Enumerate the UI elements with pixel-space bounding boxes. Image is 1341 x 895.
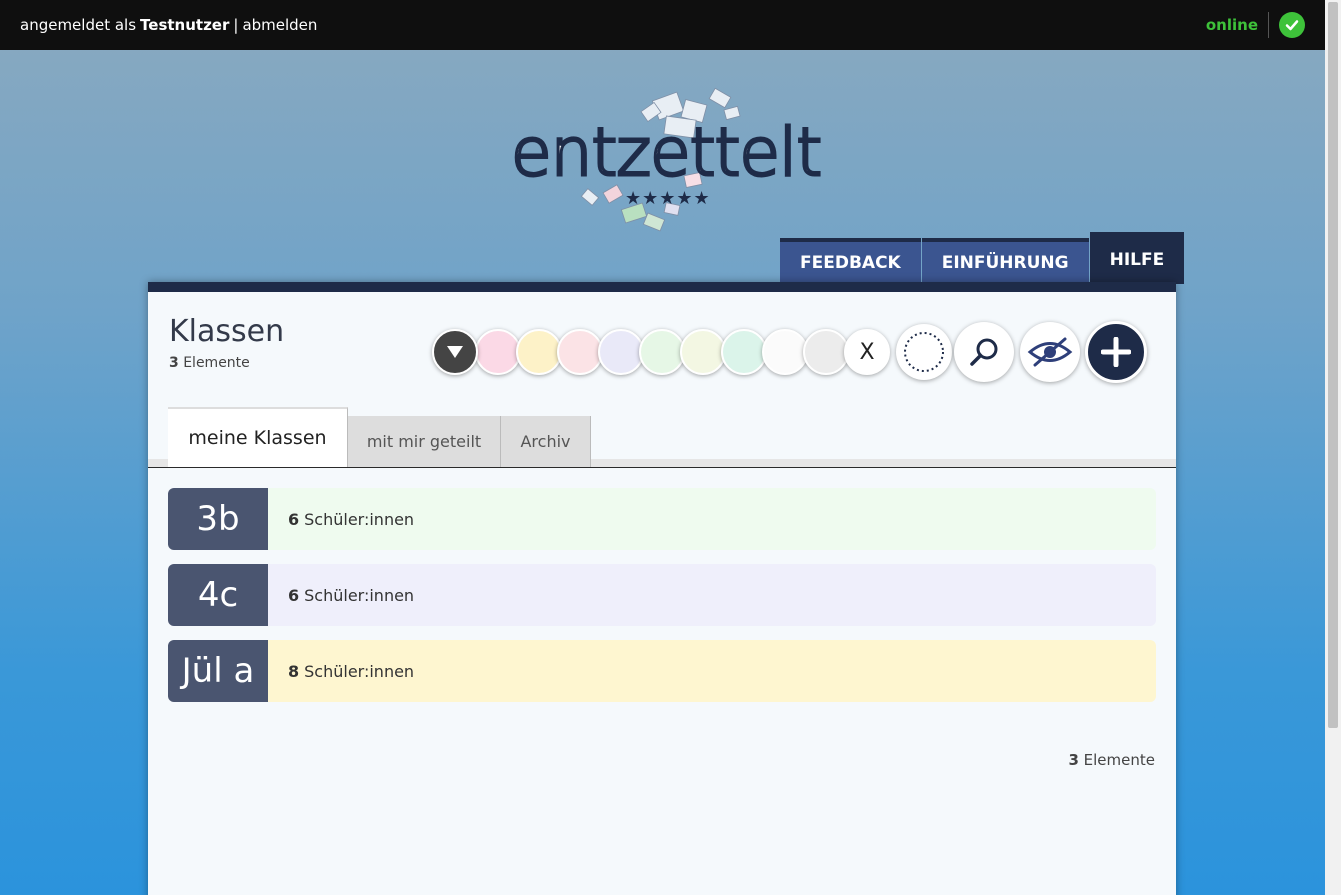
color-swatch-white[interactable]: [762, 329, 808, 375]
add-class-button[interactable]: [1085, 321, 1147, 383]
class-list-tabs: meine Klassen mit mir geteilt Archiv: [148, 405, 1176, 468]
footer-count-label: Elemente: [1083, 751, 1155, 769]
color-dropdown-button[interactable]: [432, 329, 478, 375]
tab-mit-mir-geteilt[interactable]: mit mir geteilt: [348, 416, 501, 467]
username: Testnutzer: [140, 16, 230, 34]
tab-feedback[interactable]: FEEDBACK: [780, 238, 921, 284]
class-row[interactable]: 4c 6 Schüler:innen: [168, 564, 1156, 626]
student-unit: Schüler:innen: [304, 585, 415, 605]
login-prefix: angemeldet als: [20, 16, 137, 34]
dotted-circle-icon: [904, 332, 944, 372]
help-tabs: FEEDBACK EINFÜHRUNG HILFE: [780, 232, 1185, 284]
logo-stars: ★★★★★: [625, 188, 711, 209]
page-heading: Klassen 3 Elemente: [169, 314, 284, 371]
student-count: 8: [288, 661, 300, 681]
footer-element-count: 3 Elemente: [1068, 751, 1155, 769]
triangle-down-icon: [447, 346, 463, 358]
element-count-label: Elemente: [183, 355, 250, 371]
scrollbar-thumb[interactable]: [1328, 2, 1338, 728]
main-card: Klassen 3 Elemente X meine Klassen mit m: [148, 282, 1176, 895]
class-row[interactable]: Jül a 8 Schüler:innen: [168, 640, 1156, 702]
color-swatch-lavender[interactable]: [598, 329, 644, 375]
class-info: 8 Schüler:innen: [268, 640, 1156, 702]
page-title: Klassen: [169, 314, 285, 349]
class-name: 3b: [168, 488, 268, 550]
search-button[interactable]: [954, 322, 1014, 382]
color-swatch-mint[interactable]: [721, 329, 767, 375]
search-icon: [970, 338, 998, 366]
check-icon: [1279, 12, 1305, 38]
footer-count-number: 3: [1068, 751, 1079, 769]
class-info: 6 Schüler:innen: [268, 488, 1156, 550]
color-swatch-green[interactable]: [639, 329, 685, 375]
toggle-visibility-button[interactable]: [1020, 322, 1080, 382]
logo-title: entzettelt: [509, 113, 823, 193]
class-info: 6 Schüler:innen: [268, 564, 1156, 626]
app-logo: entzettelt ★★★★★: [505, 88, 825, 238]
student-unit: Schüler:innen: [304, 509, 415, 529]
login-info: angemeldet als Testnutzer | abmelden: [20, 16, 317, 34]
class-row[interactable]: 3b 6 Schüler:innen: [168, 488, 1156, 550]
color-swatch-lime[interactable]: [680, 329, 726, 375]
online-status: online: [1206, 12, 1269, 38]
student-count: 6: [288, 585, 300, 605]
selection-button[interactable]: [896, 324, 952, 380]
color-swatch-rose[interactable]: [557, 329, 603, 375]
color-swatch-yellow[interactable]: [516, 329, 562, 375]
connection-status: online: [1206, 12, 1305, 38]
tab-archiv[interactable]: Archiv: [501, 416, 591, 467]
separator: |: [233, 16, 239, 34]
tab-hilfe[interactable]: HILFE: [1089, 232, 1185, 284]
eye-slash-icon: [1027, 337, 1073, 367]
page-scrollbar[interactable]: [1325, 0, 1341, 895]
color-filter: X: [432, 329, 890, 375]
class-name: Jül a: [168, 640, 268, 702]
top-bar: angemeldet als Testnutzer | abmelden onl…: [0, 0, 1325, 50]
clear-color-button[interactable]: X: [844, 329, 890, 375]
tab-einfuehrung[interactable]: EINFÜHRUNG: [921, 238, 1089, 284]
color-swatch-grey[interactable]: [803, 329, 849, 375]
element-count: 3 Elemente: [169, 355, 284, 371]
student-count: 6: [288, 509, 300, 529]
element-count-number: 3: [169, 355, 179, 371]
student-unit: Schüler:innen: [304, 661, 415, 681]
tab-meine-klassen[interactable]: meine Klassen: [168, 407, 348, 467]
plus-icon: [1101, 337, 1131, 367]
color-swatch-pink[interactable]: [475, 329, 521, 375]
logout-link[interactable]: abmelden: [242, 16, 317, 34]
class-name: 4c: [168, 564, 268, 626]
